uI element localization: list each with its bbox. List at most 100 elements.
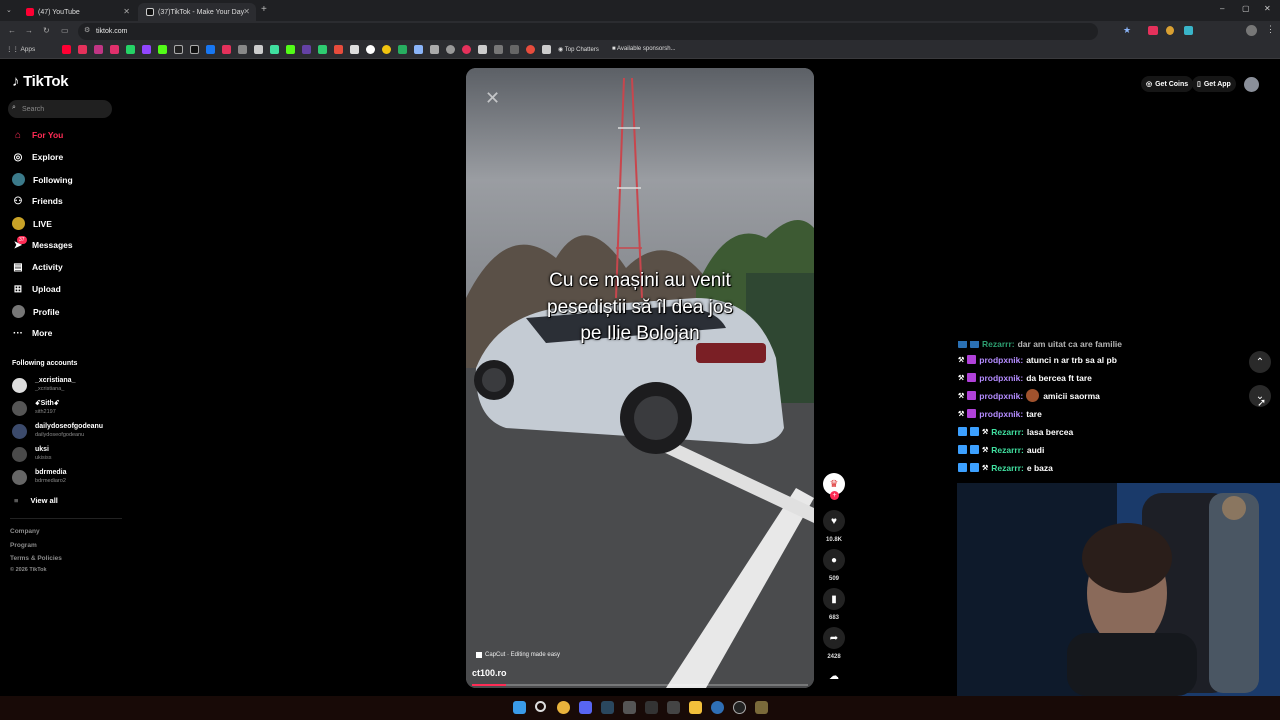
reload-icon[interactable]: ↻ [43,26,50,35]
search-icon[interactable] [535,701,546,712]
chrome-icon[interactable] [557,701,570,714]
footer-company[interactable]: Company [10,528,40,535]
like-button[interactable]: ♥ [823,510,845,532]
apps-bookmark[interactable]: ⋮⋮ Apps [6,45,35,53]
bookmark-icon[interactable] [78,45,87,54]
bookmark-star-icon[interactable]: ★ [1123,25,1131,36]
nav-more[interactable]: ··· More [12,327,52,339]
video-author[interactable]: ct100.ro [472,668,507,678]
discord-icon[interactable] [579,701,592,714]
capcut-tag[interactable]: CapCut · Editing made easy [476,652,560,658]
comment-button[interactable]: ● [823,549,845,571]
bookmark-icon[interactable] [318,45,327,54]
view-all-link[interactable]: ≡ View all [14,496,58,505]
bookmark-icon[interactable] [158,45,167,54]
nav-friends[interactable]: ⚇ Friends [12,195,63,207]
nav-explore[interactable]: ◎ Explore [12,151,64,163]
video-player[interactable] [466,68,814,688]
bookmark-icon[interactable] [270,45,279,54]
nav-profile[interactable]: Profile [12,305,59,318]
close-tab-icon[interactable]: ✕ [243,7,250,16]
bookmark-icon[interactable] [398,45,407,54]
bookmark-icon[interactable] [206,45,215,54]
bookmark-top-chatters[interactable]: ◉ Top Chatters [558,46,599,53]
app-icon[interactable] [755,701,768,714]
bookmark-icon[interactable] [126,45,135,54]
bookmark-icon[interactable] [254,45,263,54]
previous-video-button[interactable]: ⌃ [1249,351,1271,373]
extension-icon[interactable] [1166,26,1174,35]
follow-plus-icon[interactable]: + [830,491,839,500]
sound-disc[interactable]: ☁ [823,665,845,687]
bookmark-icon[interactable] [366,45,375,54]
tab-tiktok[interactable]: (37)TikTok - Make Your Day ✕ [138,3,256,21]
nav-live[interactable]: LIVE [12,217,52,230]
save-button[interactable]: ▮ [823,588,845,610]
bookmark-icon[interactable] [462,45,471,54]
site-info-icon[interactable]: ⚙ [84,26,90,34]
bookmark-icon[interactable] [414,45,423,54]
extension-icon[interactable] [1184,26,1193,35]
bookmark-icon[interactable] [222,45,231,54]
close-window-button[interactable]: ✕ [1264,4,1271,13]
search-input[interactable]: Search [8,100,112,118]
bookmark-icon[interactable] [542,45,551,54]
sidebar-icon[interactable]: ▭ [61,26,69,35]
tiktok-logo[interactable]: ♪ TikTok [12,73,69,90]
nav-following[interactable]: Following [12,173,73,186]
file-explorer-icon[interactable] [689,701,702,714]
bookmark-icon[interactable] [382,45,391,54]
maximize-button[interactable]: ▢ [1242,4,1250,13]
footer-program[interactable]: Program [10,542,37,549]
extension-icon[interactable] [1148,26,1158,35]
bookmark-icon[interactable] [190,45,199,54]
account-item[interactable]: _xcristiana_ _xcristiana_ [12,376,122,396]
share-button[interactable]: ➦ [823,627,845,649]
bookmark-icon[interactable] [350,45,359,54]
app-icon[interactable] [645,701,658,714]
bookmark-icon[interactable] [174,45,183,54]
bookmark-icon[interactable] [334,45,343,54]
get-app-button[interactable]: ▯ Get App [1192,76,1236,92]
forward-icon[interactable]: → [25,26,33,35]
back-icon[interactable]: ← [8,26,16,35]
tab-youtube[interactable]: (47) YouTube ✕ [18,3,136,21]
new-tab-button[interactable]: + [261,4,267,15]
obs-icon[interactable] [733,701,746,714]
app-icon[interactable] [623,701,636,714]
progress-track[interactable] [472,684,808,686]
user-avatar[interactable] [1244,77,1259,92]
account-item[interactable]: bdrmedia bdrmediaro2 [12,468,122,488]
bookmark-icon[interactable] [478,45,487,54]
close-tab-icon[interactable]: ✕ [123,7,130,16]
bookmark-icon[interactable] [142,45,151,54]
bookmark-icon[interactable] [430,45,439,54]
bookmark-icon[interactable] [494,45,503,54]
bookmark-icon[interactable] [238,45,247,54]
app-icon[interactable] [667,701,680,714]
nav-upload[interactable]: ⊞ Upload [12,283,61,295]
bookmark-icon[interactable] [286,45,295,54]
footer-terms[interactable]: Terms & Policies [10,555,62,562]
get-coins-button[interactable]: ◎ Get Coins [1141,76,1194,92]
steam-icon[interactable] [601,701,614,714]
profile-avatar[interactable] [1246,25,1257,36]
account-item[interactable]: uksi ukisiss [12,445,122,465]
bookmark-icon[interactable] [510,45,519,54]
bookmark-icon[interactable] [446,45,455,54]
bookmark-icon[interactable] [110,45,119,54]
nav-activity[interactable]: ▤ Activity [12,261,62,273]
nav-for-you[interactable]: ⌂ For You [12,129,63,141]
minimize-button[interactable]: – [1220,4,1224,13]
bookmark-icon[interactable] [94,45,103,54]
account-item[interactable]: dailydoseofgodeanu dailydoseofgodeanu [12,422,122,442]
bookmark-icon[interactable] [62,45,71,54]
bookmark-icon[interactable] [302,45,311,54]
bookmark-sponsorships[interactable]: ■ Available sponsorsh... [612,46,676,52]
account-item[interactable]: ꗃSithꗃ sith2197 [12,399,122,419]
address-bar[interactable]: tiktok.com [78,23,1098,40]
browser-menu-icon[interactable]: ⋮ [1266,24,1275,35]
bookmark-icon[interactable] [526,45,535,54]
tab-search-button[interactable]: ⌄ [6,6,12,14]
app-icon[interactable] [711,701,724,714]
